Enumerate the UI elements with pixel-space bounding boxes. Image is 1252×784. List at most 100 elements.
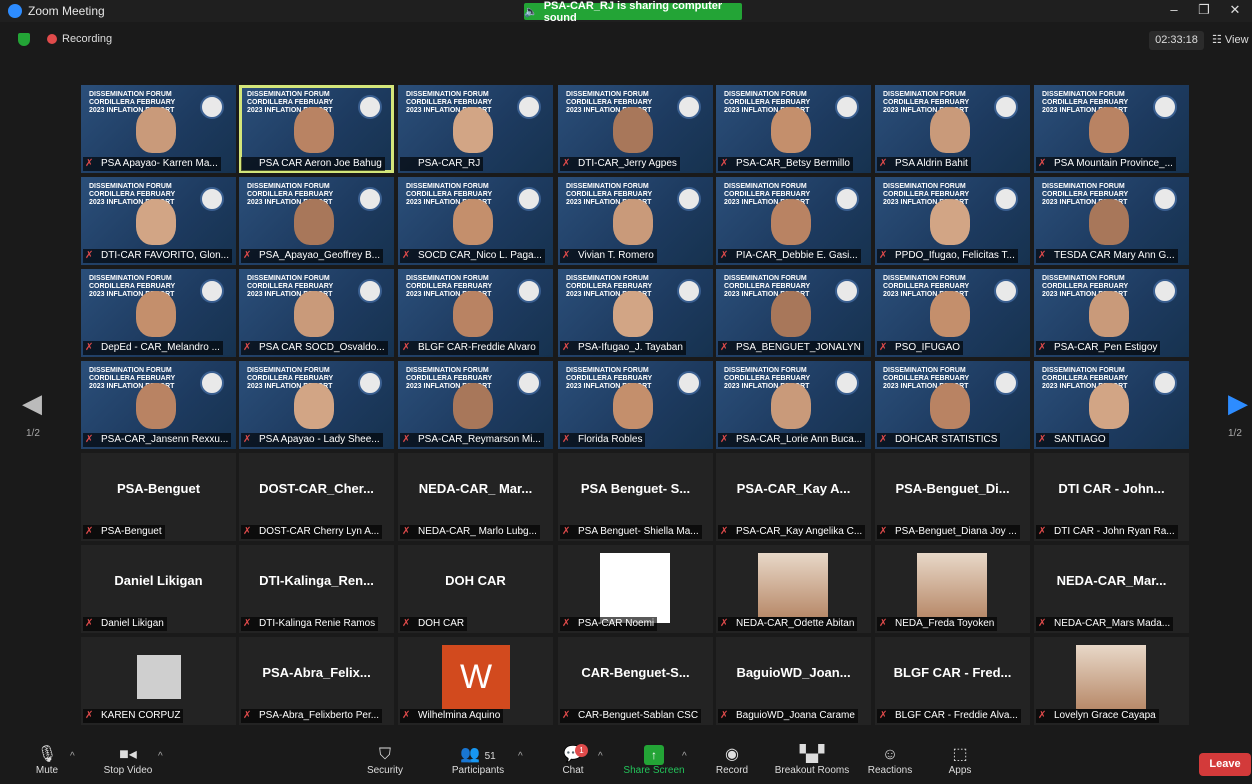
participant-video [930, 107, 970, 153]
record-button[interactable]: ◉ Record [713, 745, 751, 776]
share-screen-button[interactable]: ↑ Share Screen [622, 745, 686, 776]
close-button[interactable]: ✕ [1220, 2, 1250, 18]
view-button[interactable]: ☷ View [1212, 33, 1249, 46]
participant-tile[interactable]: NEDA-CAR_Mar... NEDA-CAR_Mars Mada... ✗ [1034, 545, 1189, 633]
apps-button[interactable]: ⬚ Apps [946, 745, 974, 776]
participant-tile[interactable]: NEDA-CAR_Odette Abitan ✗ [716, 545, 871, 633]
recording-icon[interactable] [47, 34, 57, 44]
video-options-chevron-icon[interactable]: ^ [158, 751, 163, 762]
security-button[interactable]: ⛉ Security [364, 745, 406, 776]
audio-options-chevron-icon[interactable]: ^ [70, 751, 75, 762]
participant-tile[interactable]: DISSEMINATION FORUM CORDILLERA FEBRUARY … [398, 269, 553, 357]
psa-logo-icon [1153, 279, 1177, 303]
participant-video [930, 291, 970, 337]
participants-button[interactable]: 👥 51 Participants [446, 745, 510, 776]
mic-muted-icon: ✗ [85, 618, 94, 629]
recording-label[interactable]: Recording [62, 33, 112, 45]
participant-tile[interactable]: KAREN CORPUZ ✗ [81, 637, 236, 725]
participant-tile[interactable]: DISSEMINATION FORUM CORDILLERA FEBRUARY … [558, 85, 713, 173]
participant-tile[interactable]: DISSEMINATION FORUM CORDILLERA FEBRUARY … [81, 361, 236, 449]
participant-tile[interactable]: DISSEMINATION FORUM CORDILLERA FEBRUARY … [875, 269, 1030, 357]
breakout-rooms-icon: ▚▞ [799, 746, 825, 763]
participant-name-label: NEDA-CAR_Mars Mada... [1036, 617, 1174, 631]
participant-tile[interactable]: DISSEMINATION FORUM CORDILLERA FEBRUARY … [875, 85, 1030, 173]
participant-tile[interactable]: DISSEMINATION FORUM CORDILLERA FEBRUARY … [81, 269, 236, 357]
security-shield-icon[interactable] [18, 33, 30, 46]
prev-page-icon[interactable]: ◀ [22, 388, 42, 419]
mic-muted-icon: ✗ [879, 526, 888, 537]
mute-button[interactable]: 🎙 Mute [34, 745, 60, 776]
participant-name-label: BaguioWD_Joana Carame [718, 709, 858, 723]
participants-chevron-icon[interactable]: ^ [518, 751, 523, 762]
participant-tile[interactable]: DISSEMINATION FORUM CORDILLERA FEBRUARY … [1034, 361, 1189, 449]
participant-tile[interactable]: DISSEMINATION FORUM CORDILLERA FEBRUARY … [1034, 85, 1189, 173]
participant-tile[interactable]: PSA Benguet- S... PSA Benguet- Shiella Ma… [558, 453, 713, 541]
participant-tile[interactable]: PSA-Benguet_Di... PSA-Benguet_Diana Joy .… [875, 453, 1030, 541]
participant-tile[interactable]: DISSEMINATION FORUM CORDILLERA FEBRUARY … [81, 85, 236, 173]
participant-tile[interactable]: PSA-CAR_Kay A... PSA-CAR_Kay Angelika C..… [716, 453, 871, 541]
participant-tile[interactable]: DISSEMINATION FORUM CORDILLERA FEBRUARY … [239, 269, 394, 357]
breakout-rooms-button[interactable]: ▚▞ Breakout Rooms [772, 745, 852, 776]
participant-video [771, 383, 811, 429]
participant-tile[interactable]: DISSEMINATION FORUM CORDILLERA FEBRUARY … [81, 177, 236, 265]
participant-tile[interactable]: DISSEMINATION FORUM CORDILLERA FEBRUARY … [239, 361, 394, 449]
share-chevron-icon[interactable]: ^ [682, 751, 687, 762]
participant-name-label: PSO_IFUGAO [877, 341, 964, 355]
next-page-icon[interactable]: ▶ [1228, 388, 1248, 419]
participant-tile[interactable]: PSA-Abra_Felix... PSA-Abra_Felixberto Per… [239, 637, 394, 725]
participant-tile[interactable]: NEDA_Freda Toyoken ✗ [875, 545, 1030, 633]
participant-tile[interactable]: PSA-Benguet PSA-Benguet ✗ [81, 453, 236, 541]
participant-tile[interactable]: DISSEMINATION FORUM CORDILLERA FEBRUARY … [716, 177, 871, 265]
psa-logo-icon [200, 187, 224, 211]
participant-tile[interactable]: Lovelyn Grace Cayapa ✗ [1034, 637, 1189, 725]
participant-display-name: BLGF CAR - Fred... [893, 665, 1012, 680]
participant-tile[interactable]: DOH CAR DOH CAR ✗ [398, 545, 553, 633]
restore-button[interactable]: ❐ [1189, 2, 1219, 18]
chat-chevron-icon[interactable]: ^ [598, 751, 603, 762]
participants-icon: 👥 51 [460, 746, 496, 763]
participant-tile[interactable]: DISSEMINATION FORUM CORDILLERA FEBRUARY … [239, 177, 394, 265]
participant-display-name: DTI CAR - John... [1058, 481, 1165, 496]
participant-tile[interactable]: DISSEMINATION FORUM CORDILLERA FEBRUARY … [716, 85, 871, 173]
participant-video [1089, 107, 1129, 153]
minimize-button[interactable]: – [1159, 2, 1189, 17]
participant-tile[interactable]: DTI-Kalinga_Ren... DTI-Kalinga Renie Ramo… [239, 545, 394, 633]
participant-tile[interactable]: DTI CAR - John... DTI CAR - John Ryan Ra.… [1034, 453, 1189, 541]
participant-tile[interactable]: DISSEMINATION FORUM CORDILLERA FEBRUARY … [558, 269, 713, 357]
participant-tile[interactable]: DISSEMINATION FORUM CORDILLERA FEBRUARY … [875, 361, 1030, 449]
participant-tile[interactable]: BLGF CAR - Fred... BLGF CAR - Freddie Alv… [875, 637, 1030, 725]
participant-video [613, 107, 653, 153]
mic-muted-icon: ✗ [562, 250, 571, 261]
participant-tile[interactable]: DISSEMINATION FORUM CORDILLERA FEBRUARY … [398, 85, 553, 173]
participant-tile[interactable]: Daniel Likigan Daniel Likigan ✗ [81, 545, 236, 633]
participant-tile[interactable]: DISSEMINATION FORUM CORDILLERA FEBRUARY … [875, 177, 1030, 265]
participant-tile[interactable]: DISSEMINATION FORUM CORDILLERA FEBRUARY … [716, 361, 871, 449]
participant-name-label: PSA-CAR_Pen Estigoy [1036, 341, 1161, 355]
mic-muted-icon: ✗ [562, 618, 571, 629]
participant-name-label: PSA-Abra_Felixberto Per... [241, 709, 383, 723]
participant-tile[interactable]: BaguioWD_Joan... BaguioWD_Joana Carame ✗ [716, 637, 871, 725]
reactions-label: Reactions [867, 765, 913, 776]
page-indicator-left: 1/2 [26, 428, 40, 439]
participant-tile[interactable]: W Wilhelmina Aquino ✗ [398, 637, 553, 725]
participant-tile[interactable]: DISSEMINATION FORUM CORDILLERA FEBRUARY … [1034, 269, 1189, 357]
participant-tile[interactable]: DISSEMINATION FORUM CORDILLERA FEBRUARY … [398, 361, 553, 449]
participant-tile[interactable]: DISSEMINATION FORUM CORDILLERA FEBRUARY … [398, 177, 553, 265]
mic-muted-icon: ✗ [720, 434, 729, 445]
share-screen-label: Share Screen [623, 765, 685, 776]
participant-tile[interactable]: DISSEMINATION FORUM CORDILLERA FEBRUARY … [716, 269, 871, 357]
participant-tile[interactable]: DOST-CAR_Cher... DOST-CAR Cherry Lyn A...… [239, 453, 394, 541]
participant-tile[interactable]: DISSEMINATION FORUM CORDILLERA FEBRUARY … [558, 177, 713, 265]
participant-tile[interactable]: DISSEMINATION FORUM CORDILLERA FEBRUARY … [239, 85, 394, 173]
reactions-button[interactable]: ☺ Reactions [866, 745, 914, 776]
mic-muted-icon: ✗ [1038, 434, 1047, 445]
psa-logo-icon [1153, 187, 1177, 211]
participant-tile[interactable]: PSA-CAR Noemi ✗ [558, 545, 713, 633]
leave-button[interactable]: Leave [1199, 753, 1251, 776]
participant-tile[interactable]: DISSEMINATION FORUM CORDILLERA FEBRUARY … [558, 361, 713, 449]
participant-tile[interactable]: DISSEMINATION FORUM CORDILLERA FEBRUARY … [1034, 177, 1189, 265]
participant-tile[interactable]: CAR-Benguet-S... CAR-Benguet-Sablan CSC ✗ [558, 637, 713, 725]
participant-tile[interactable]: NEDA-CAR_ Mar... NEDA-CAR_ Marlo Lubg... ✗ [398, 453, 553, 541]
participant-video [930, 383, 970, 429]
stop-video-button[interactable]: ■◂ Stop Video [98, 745, 158, 776]
